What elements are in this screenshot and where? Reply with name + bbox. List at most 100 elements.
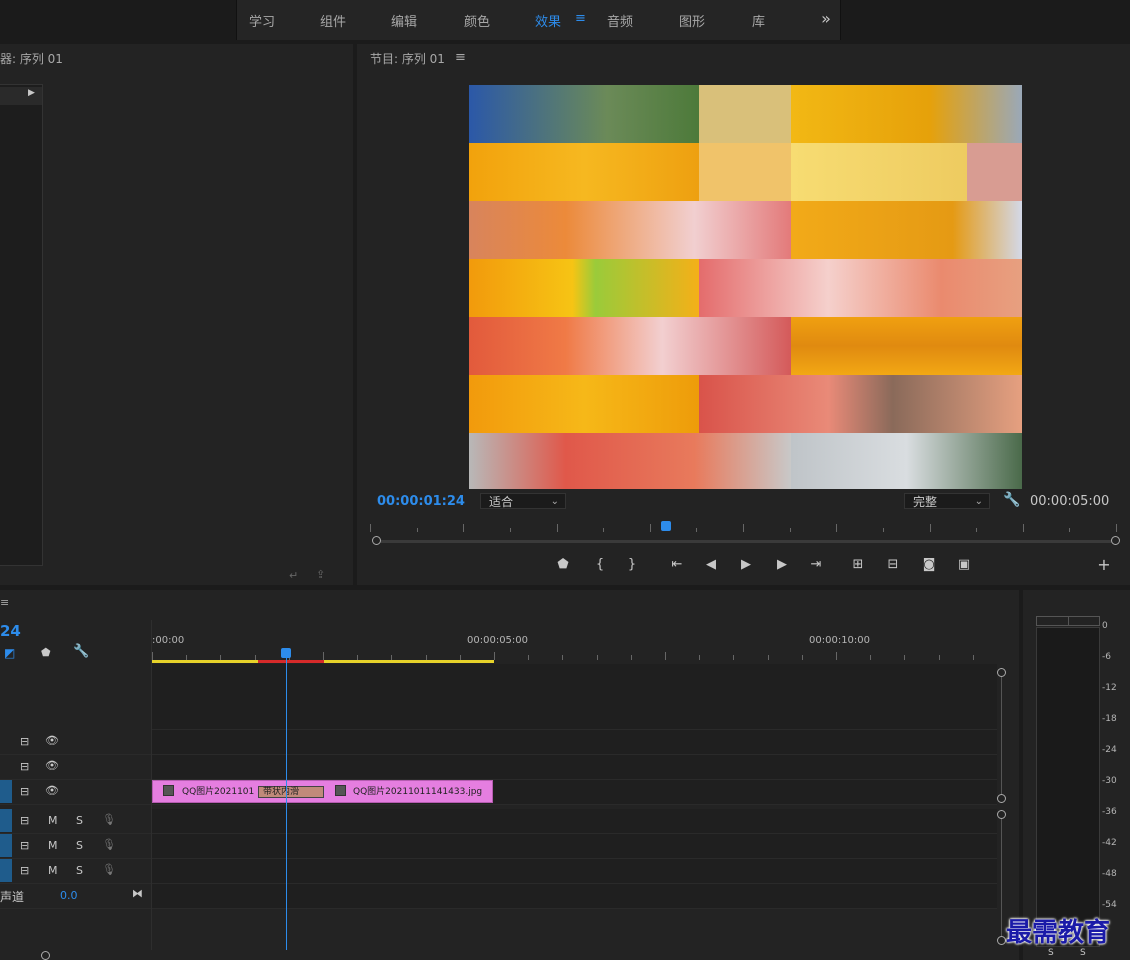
timeline-settings-icon[interactable]: 🔧 <box>73 644 89 659</box>
tab-libraries[interactable]: 库 <box>752 11 765 30</box>
add-marker-icon[interactable]: ⬟ <box>554 557 572 572</box>
horizontal-scroll-handle[interactable] <box>41 951 50 960</box>
tab-assembly[interactable]: 组件 <box>320 11 346 30</box>
film-icon[interactable]: ⊟ <box>20 839 29 852</box>
tab-color[interactable]: 颜色 <box>464 11 490 30</box>
meter-scale-label: -42 <box>1102 838 1117 848</box>
audio-scroll-handle-top[interactable] <box>997 810 1006 819</box>
marker-icon[interactable]: ⬟ <box>41 646 51 659</box>
track-a1[interactable] <box>152 809 997 834</box>
film-icon[interactable]: ⊟ <box>20 864 29 877</box>
step-back-icon[interactable]: ◀ <box>702 557 720 572</box>
solo-button[interactable]: S <box>76 814 83 827</box>
film-icon[interactable]: ⊟ <box>20 760 29 773</box>
video-scrollbar[interactable] <box>1001 672 1002 798</box>
transition-clip[interactable]: 带状内滑 <box>258 786 324 798</box>
snap-icon[interactable]: ◩ <box>4 646 15 660</box>
microphone-icon[interactable]: 🎙 <box>102 838 116 851</box>
insert-icon[interactable]: ↵ <box>289 569 298 582</box>
tab-graphics[interactable]: 图形 <box>679 11 705 30</box>
solo-button[interactable]: S <box>76 839 83 852</box>
track-target-a2[interactable] <box>0 834 12 857</box>
timeline-playhead-line[interactable] <box>286 658 287 950</box>
timeline-timecode[interactable]: 24 <box>0 622 21 640</box>
track-master[interactable] <box>152 884 997 909</box>
scrubber-end-handle[interactable] <box>1111 536 1120 545</box>
scrubber-start-handle[interactable] <box>372 536 381 545</box>
zoom-select[interactable]: 适合 ⌄ <box>480 493 566 509</box>
film-icon[interactable]: ⊟ <box>20 785 29 798</box>
add-button-icon[interactable]: + <box>1095 555 1113 574</box>
timeline-playhead-handle[interactable] <box>281 648 291 658</box>
track-header-master: 声道 0.0 ⧓ <box>0 884 151 909</box>
ruler-tick <box>904 655 906 660</box>
mark-in-icon[interactable]: { <box>591 557 609 572</box>
scrubber-ruler[interactable] <box>370 522 1117 534</box>
video-scroll-handle-top[interactable] <box>997 668 1006 677</box>
scrubber-track[interactable] <box>377 540 1117 543</box>
track-v2[interactable] <box>152 755 997 780</box>
video-scroll-handle-bottom[interactable] <box>997 794 1006 803</box>
mute-button[interactable]: M <box>48 839 58 852</box>
master-volume-value[interactable]: 0.0 <box>60 889 78 902</box>
microphone-icon[interactable]: 🎙 <box>102 813 116 826</box>
compare-view-icon[interactable]: ▣ <box>955 557 973 572</box>
tab-audio[interactable]: 音频 <box>607 11 633 30</box>
go-to-out-icon[interactable]: ⇥ <box>807 557 825 572</box>
current-timecode[interactable]: 00:00:01:24 <box>377 494 465 509</box>
ruler-tick <box>494 652 495 660</box>
eye-icon[interactable]: 👁 <box>45 759 59 772</box>
mute-button[interactable]: M <box>48 864 58 877</box>
track-target-a3[interactable] <box>0 859 12 882</box>
solo-right-button[interactable]: S <box>1080 948 1086 958</box>
quality-select[interactable]: 完整 ⌄ <box>904 493 990 509</box>
more-workspaces-icon[interactable]: » <box>812 0 841 40</box>
film-icon[interactable]: ⊟ <box>20 814 29 827</box>
scrubber-tick <box>1022 524 1024 532</box>
ruler-tick <box>733 655 735 660</box>
list-header <box>0 87 42 105</box>
go-to-in-icon[interactable]: ⇤ <box>668 557 686 572</box>
step-forward-icon[interactable]: ▶ <box>773 557 791 572</box>
scrubber-tick <box>929 524 931 532</box>
play-triangle-icon[interactable]: ▶ <box>28 88 35 98</box>
tab-effects[interactable]: 效果 <box>535 11 561 30</box>
export-icon[interactable]: ⇪ <box>316 568 325 581</box>
film-icon[interactable]: ⊟ <box>20 735 29 748</box>
audio-scroll-handle-bottom[interactable] <box>997 936 1006 945</box>
eye-icon[interactable]: 👁 <box>45 734 59 747</box>
workspace-menu-icon[interactable]: ≡ <box>575 11 586 26</box>
audio-scrollbar[interactable] <box>1001 814 1002 940</box>
tab-editing[interactable]: 编辑 <box>391 11 417 30</box>
microphone-icon[interactable]: 🎙 <box>102 863 116 876</box>
timeline-ruler[interactable] <box>152 652 997 660</box>
mute-button[interactable]: M <box>48 814 58 827</box>
chevron-down-icon: ⌄ <box>974 496 983 507</box>
camera-icon[interactable]: ◙ <box>920 557 938 572</box>
meter-scale-label: 0 <box>1102 621 1108 631</box>
band-4-left <box>469 317 791 375</box>
play-icon[interactable]: ▶ <box>737 557 755 572</box>
solo-button[interactable]: S <box>76 864 83 877</box>
eye-icon[interactable]: 👁 <box>45 784 59 797</box>
master-pan-icon[interactable]: ⧓ <box>132 887 143 900</box>
solo-left-button[interactable]: S <box>1048 948 1054 958</box>
track-target-a1[interactable] <box>0 809 12 832</box>
tab-learn[interactable]: 学习 <box>249 11 275 30</box>
workspace-tabs: 学习 组件 编辑 颜色 效果 ≡ 音频 图形 库 <box>236 0 814 40</box>
ruler-tick <box>323 652 324 660</box>
meter-scale-label: -36 <box>1102 807 1117 817</box>
wrench-icon[interactable]: 🔧 <box>1003 492 1020 508</box>
monitor-playhead[interactable] <box>660 521 671 531</box>
panel-menu-icon[interactable]: ≡ <box>455 50 466 65</box>
mark-out-icon[interactable]: } <box>623 557 641 572</box>
track-a3[interactable] <box>152 859 997 884</box>
track-target-v1[interactable] <box>0 780 12 803</box>
lift-icon[interactable]: ⊞ <box>849 557 867 572</box>
track-v3[interactable] <box>152 730 997 755</box>
extract-icon[interactable]: ⊟ <box>884 557 902 572</box>
chevron-down-icon: ⌄ <box>550 496 559 507</box>
track-a2[interactable] <box>152 834 997 859</box>
timeline-menu-icon[interactable]: ≡ <box>0 596 9 609</box>
timeline-empty-area <box>152 664 997 730</box>
